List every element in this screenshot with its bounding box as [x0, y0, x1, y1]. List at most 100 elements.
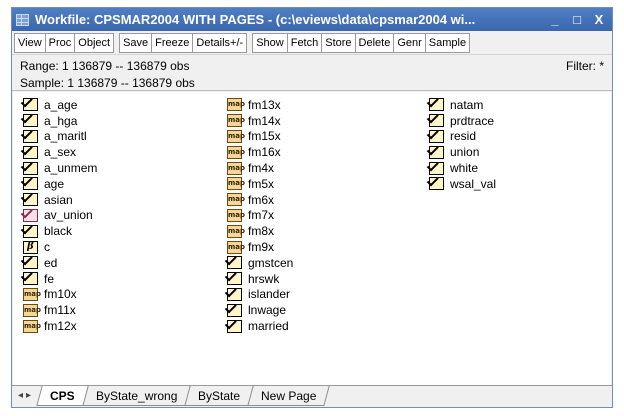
workfile-object[interactable]: map fm13x	[227, 97, 293, 113]
toolbar-button-object[interactable]: Object	[75, 34, 113, 52]
page-tab-label: ByState	[198, 389, 241, 403]
workfile-info: Range: 1 136879 -- 136879 obs Sample: 1 …	[12, 55, 612, 91]
workfile-object[interactable]: resid	[429, 129, 496, 145]
workfile-object[interactable]: natam	[429, 97, 496, 113]
workfile-object[interactable]: age	[23, 176, 97, 192]
workfile-object[interactable]: map fm6x	[227, 192, 293, 208]
toolbar-button-genr[interactable]: Genr	[394, 33, 426, 52]
workfile-object[interactable]: a_sex	[23, 144, 97, 160]
series-icon	[23, 224, 38, 238]
toolbar-button-sample[interactable]: Sample	[426, 34, 469, 52]
workfile-object[interactable]: map fm15x	[227, 129, 293, 145]
maximize-button[interactable]: □	[569, 12, 585, 27]
map-icon: map	[227, 161, 245, 175]
minimize-button[interactable]: _	[547, 12, 563, 27]
workfile-object[interactable]: map fm10x	[23, 287, 97, 303]
tab-scroll-arrows[interactable]: ◂▸	[12, 386, 40, 401]
workfile-object[interactable]: βc	[23, 239, 97, 255]
workfile-object[interactable]: white	[429, 160, 496, 176]
object-name: a_maritl	[44, 129, 87, 144]
series-icon	[429, 114, 444, 128]
map-icon: map	[227, 145, 245, 159]
object-name: ed	[44, 255, 58, 270]
object-name: fe	[44, 271, 55, 286]
map-icon: map	[227, 193, 245, 207]
series-icon	[23, 161, 38, 175]
series-icon	[227, 256, 242, 270]
series-icon	[227, 272, 242, 286]
series-icon	[23, 145, 38, 159]
object-name: natam	[450, 97, 484, 112]
workfile-object[interactable]: a_maritl	[23, 129, 97, 145]
object-list[interactable]: a_age a_hga a_maritl a_sex a_unmem age asian av…	[13, 92, 611, 387]
toolbar-group: View Proc Object	[14, 32, 115, 53]
object-name: fm5x	[248, 176, 275, 191]
workfile-object[interactable]: map fm11x	[23, 302, 97, 318]
workfile-object[interactable]: hrswk	[227, 271, 293, 287]
map-icon: map	[23, 303, 41, 317]
toolbar-button-view[interactable]: View	[15, 33, 46, 52]
workfile-object[interactable]: map fm12x	[23, 318, 97, 334]
toolbar: View Proc Object Save Freeze Details+/- Show Fe…	[12, 31, 612, 55]
object-name: fm9x	[248, 240, 275, 255]
workfile-window: Workfile: CPSMAR2004 WITH PAGES - (c:\ev…	[11, 7, 613, 408]
series-icon	[227, 319, 242, 333]
series-icon	[23, 193, 38, 207]
object-column-3: natam prdtrace resid union white wsal_val	[429, 97, 496, 192]
page-tab[interactable]: ByState	[184, 386, 254, 406]
workfile-object[interactable]: a_age	[23, 97, 97, 113]
workfile-object[interactable]: map fm5x	[227, 176, 293, 192]
toolbar-button-save[interactable]: Save	[120, 33, 153, 52]
map-icon: map	[227, 240, 245, 254]
workfile-object[interactable]: ed	[23, 255, 97, 271]
toolbar-button-delete[interactable]: Delete	[356, 33, 395, 52]
page-tab[interactable]: CPS	[36, 386, 89, 406]
object-name: resid	[450, 129, 477, 144]
toolbar-button-freeze[interactable]: Freeze	[152, 33, 194, 52]
object-name: fm4x	[248, 161, 275, 176]
toolbar-button-proc[interactable]: Proc	[46, 33, 76, 52]
workfile-object[interactable]: lnwage	[227, 302, 293, 318]
workfile-object[interactable]: islander	[227, 287, 293, 303]
toolbar-button-store[interactable]: Store	[322, 33, 356, 52]
workfile-object[interactable]: black	[23, 223, 97, 239]
object-name: fm15x	[248, 129, 281, 144]
workfile-object[interactable]: av_union	[23, 208, 97, 224]
page-tab[interactable]: ByState_wrong	[82, 386, 191, 406]
object-name: fm16x	[248, 145, 281, 160]
workfile-object[interactable]: a_hga	[23, 113, 97, 129]
page-tab[interactable]: New Page	[247, 386, 331, 406]
workfile-object[interactable]: map fm4x	[227, 160, 293, 176]
sample-text[interactable]: Sample: 1 136879 -- 136879 obs	[20, 75, 612, 92]
series-icon	[23, 129, 38, 143]
map-icon: map	[227, 177, 245, 191]
series-icon	[23, 114, 38, 128]
object-name: fm12x	[44, 319, 77, 334]
workfile-object[interactable]: asian	[23, 192, 97, 208]
series-icon	[23, 208, 38, 222]
range-text[interactable]: Range: 1 136879 -- 136879 obs	[20, 58, 612, 75]
map-icon: map	[227, 98, 245, 112]
filter-text[interactable]: Filter: *	[566, 58, 604, 75]
workfile-object[interactable]: map fm8x	[227, 223, 293, 239]
workfile-object[interactable]: gmstcen	[227, 255, 293, 271]
object-name: fm6x	[248, 192, 275, 207]
toolbar-button-show[interactable]: Show	[253, 33, 288, 52]
workfile-object[interactable]: married	[227, 318, 293, 334]
series-icon	[429, 161, 444, 175]
close-button[interactable]: X	[591, 12, 607, 27]
workfile-object[interactable]: fe	[23, 271, 97, 287]
workfile-object[interactable]: a_unmem	[23, 160, 97, 176]
series-icon	[429, 98, 444, 112]
object-name: white	[450, 161, 479, 176]
toolbar-button-details[interactable]: Details+/-	[193, 34, 246, 52]
toolbar-button-fetch[interactable]: Fetch	[288, 33, 323, 52]
workfile-object[interactable]: map fm16x	[227, 144, 293, 160]
workfile-object[interactable]: union	[429, 144, 496, 160]
workfile-object[interactable]: map fm9x	[227, 239, 293, 255]
workfile-object[interactable]: wsal_val	[429, 176, 496, 192]
workfile-object[interactable]: prdtrace	[429, 113, 496, 129]
workfile-object[interactable]: map fm14x	[227, 113, 293, 129]
title-bar[interactable]: Workfile: CPSMAR2004 WITH PAGES - (c:\ev…	[12, 8, 612, 31]
workfile-object[interactable]: map fm7x	[227, 208, 293, 224]
